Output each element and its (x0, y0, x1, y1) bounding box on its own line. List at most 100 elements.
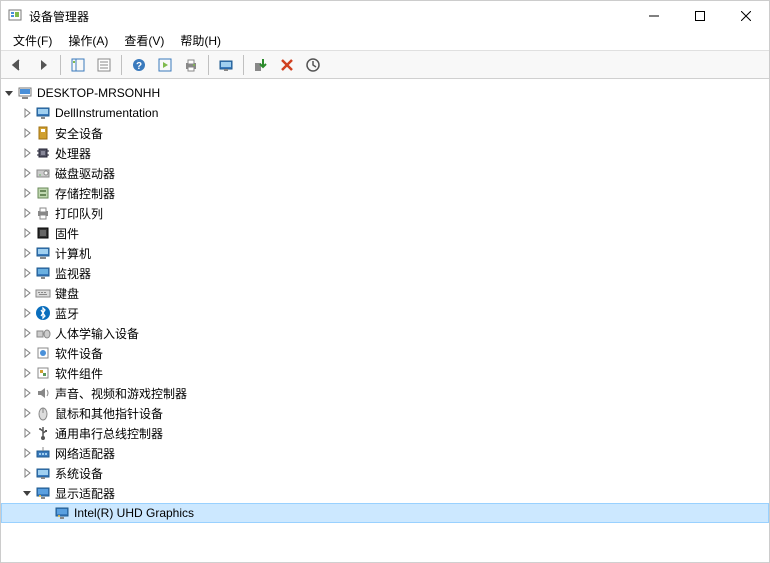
sound-icon (35, 385, 51, 401)
expand-icon[interactable] (19, 205, 35, 221)
tree-node-label: 网络适配器 (55, 445, 115, 462)
printer-icon (35, 205, 51, 221)
security-icon (35, 125, 51, 141)
tree-node-label: 安全设备 (55, 125, 103, 142)
expand-icon[interactable] (19, 285, 35, 301)
disk-icon (35, 165, 51, 181)
monitor-icon (35, 105, 51, 121)
tree-node-display[interactable]: 显示适配器 (1, 483, 769, 503)
expand-icon[interactable] (19, 445, 35, 461)
expand-icon[interactable] (19, 405, 35, 421)
tree-node-label: 软件组件 (55, 365, 103, 382)
scan-hardware-button[interactable] (214, 53, 238, 77)
mouse-icon (35, 405, 51, 421)
menu-file[interactable]: 文件(F) (5, 30, 60, 51)
enable-device-button[interactable] (249, 53, 273, 77)
show-hide-tree-button[interactable] (66, 53, 90, 77)
tree-node-monitor[interactable]: DellInstrumentation (1, 103, 769, 123)
tree-node-firmware[interactable]: 固件 (1, 223, 769, 243)
help-button[interactable]: ? (127, 53, 151, 77)
tree-node-storage[interactable]: 存储控制器 (1, 183, 769, 203)
tree-node-label: 通用串行总线控制器 (55, 425, 163, 442)
tree-node-label: DESKTOP-MRSONHH (37, 86, 160, 100)
expand-icon[interactable] (19, 225, 35, 241)
toolbar-separator (208, 55, 209, 75)
expand-icon[interactable] (19, 145, 35, 161)
tree-node-label: 磁盘驱动器 (55, 165, 115, 182)
tree-node-component[interactable]: 软件组件 (1, 363, 769, 383)
expand-icon[interactable] (19, 365, 35, 381)
tree-node-label: 声音、视频和游戏控制器 (55, 385, 187, 402)
tree-node-label: 系统设备 (55, 465, 103, 482)
tree-node-cpu[interactable]: 处理器 (1, 143, 769, 163)
tree-node-keyboard[interactable]: 键盘 (1, 283, 769, 303)
expand-icon[interactable] (19, 185, 35, 201)
device-tree[interactable]: DESKTOP-MRSONHH DellInstrumentation 安全设备处理… (1, 79, 769, 562)
tree-node-disk[interactable]: 磁盘驱动器 (1, 163, 769, 183)
tree-node-sound[interactable]: 声音、视频和游戏控制器 (1, 383, 769, 403)
toolbar-separator (243, 55, 244, 75)
tree-node-printer[interactable]: 打印队列 (1, 203, 769, 223)
bluetooth-icon (35, 305, 51, 321)
expand-icon[interactable] (19, 425, 35, 441)
tree-node-usb[interactable]: 通用串行总线控制器 (1, 423, 769, 443)
tree-node-software[interactable]: 软件设备 (1, 343, 769, 363)
maximize-button[interactable] (677, 1, 723, 31)
tree-node-network[interactable]: 网络适配器 (1, 443, 769, 463)
titlebar: 设备管理器 (1, 1, 769, 31)
tree-node-mouse[interactable]: 鼠标和其他指针设备 (1, 403, 769, 423)
menu-help[interactable]: 帮助(H) (172, 30, 229, 51)
firmware-icon (35, 225, 51, 241)
expand-icon[interactable] (19, 125, 35, 141)
tree-node-label: Intel(R) UHD Graphics (74, 506, 194, 520)
toolbar-separator (60, 55, 61, 75)
expand-icon[interactable] (19, 465, 35, 481)
hid-icon (35, 325, 51, 341)
close-button[interactable] (723, 1, 769, 31)
tree-node-computer[interactable]: 计算机 (1, 243, 769, 263)
tree-node-bluetooth[interactable]: 蓝牙 (1, 303, 769, 323)
expand-icon[interactable] (19, 345, 35, 361)
tree-node-label: 计算机 (55, 245, 91, 262)
menu-action[interactable]: 操作(A) (60, 30, 116, 51)
menu-view[interactable]: 查看(V) (116, 30, 172, 51)
window-controls (631, 1, 769, 31)
expand-icon[interactable] (19, 305, 35, 321)
tree-node-security[interactable]: 安全设备 (1, 123, 769, 143)
tree-node-label: 监视器 (55, 265, 91, 282)
expand-icon[interactable] (19, 105, 35, 121)
system-icon (35, 465, 51, 481)
cpu-icon (35, 145, 51, 161)
tree-node-label: 显示适配器 (55, 485, 115, 502)
expand-icon[interactable] (19, 325, 35, 341)
expand-icon[interactable] (19, 265, 35, 281)
expand-icon[interactable] (19, 165, 35, 181)
keyboard-icon (35, 285, 51, 301)
expand-icon[interactable] (19, 245, 35, 261)
print-button[interactable] (179, 53, 203, 77)
display-icon (35, 485, 51, 501)
expand-icon[interactable] (19, 385, 35, 401)
app-icon (7, 8, 23, 24)
toolbar-separator (121, 55, 122, 75)
pc-icon (17, 85, 33, 101)
disable-device-button[interactable] (275, 53, 299, 77)
forward-button[interactable] (31, 53, 55, 77)
tree-node-system[interactable]: 系统设备 (1, 463, 769, 483)
collapse-icon[interactable] (19, 485, 35, 501)
tree-leaf-display[interactable]: Intel(R) UHD Graphics (1, 503, 769, 523)
display-icon (54, 505, 70, 521)
tree-node-label: 人体学输入设备 (55, 325, 139, 342)
properties-button[interactable] (92, 53, 116, 77)
tree-node-monitor2[interactable]: 监视器 (1, 263, 769, 283)
tree-root[interactable]: DESKTOP-MRSONHH (1, 83, 769, 103)
tree-node-label: 蓝牙 (55, 305, 79, 322)
collapse-icon[interactable] (1, 85, 17, 101)
action-button[interactable] (153, 53, 177, 77)
back-button[interactable] (5, 53, 29, 77)
minimize-button[interactable] (631, 1, 677, 31)
expander-placeholder (38, 505, 54, 521)
tree-node-hid[interactable]: 人体学输入设备 (1, 323, 769, 343)
tree-node-label: DellInstrumentation (55, 106, 158, 120)
update-driver-button[interactable] (301, 53, 325, 77)
